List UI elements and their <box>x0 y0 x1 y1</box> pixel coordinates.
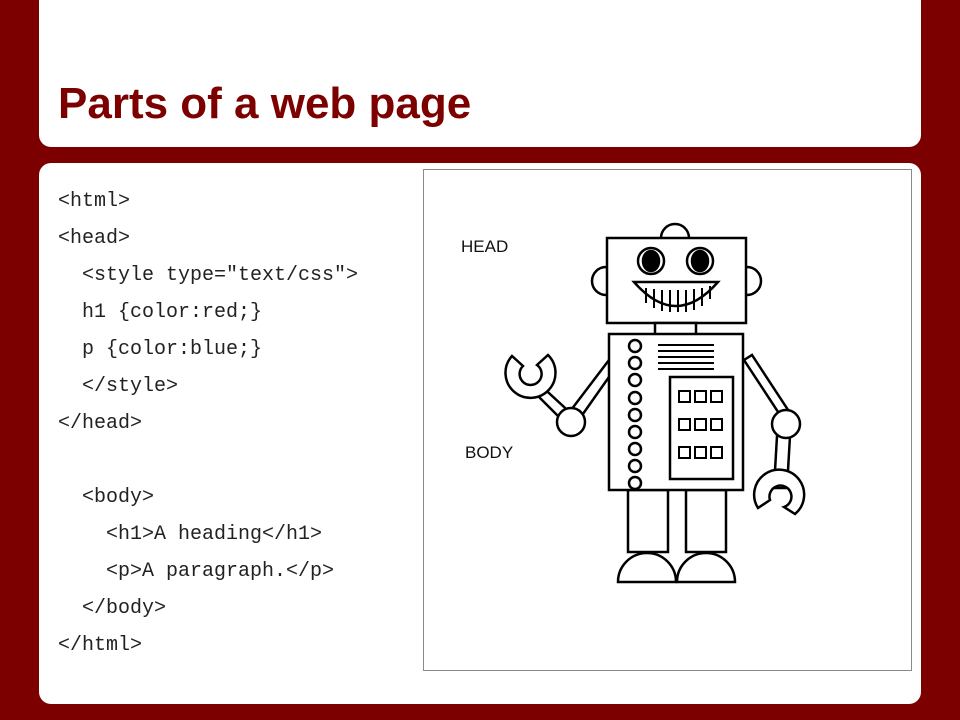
code-line: <body> <box>58 486 155 509</box>
content-panel: <html> <head> <style type="text/css"> h1… <box>39 163 921 704</box>
code-line: <style type="text/css"> <box>58 264 359 287</box>
code-line: </html> <box>58 634 143 657</box>
robot-head <box>605 236 748 325</box>
code-line: <h1>A heading</h1> <box>58 523 323 546</box>
robot-illustration <box>504 222 806 584</box>
code-block: <html> <head> <style type="text/css"> h1… <box>58 183 358 664</box>
robot-antenna <box>659 222 691 239</box>
title-panel: Parts of a web page <box>39 0 921 147</box>
code-line: <html> <box>58 190 131 213</box>
robot-buttons <box>627 338 643 491</box>
robot-pupil-right <box>690 249 710 273</box>
robot-foot-left <box>616 551 678 584</box>
robot-foot-right <box>675 551 737 584</box>
robot-figure: HEAD BODY <box>423 169 912 671</box>
robot-claw-right <box>752 468 806 516</box>
robot-pupil-left <box>641 249 661 273</box>
robot-leg-left <box>626 488 670 554</box>
code-line: </style> <box>58 375 179 398</box>
robot-leg-right <box>684 488 728 554</box>
code-line: </body> <box>58 597 167 620</box>
robot-elbow-left <box>555 406 587 438</box>
code-line: </head> <box>58 412 143 435</box>
slide-title: Parts of a web page <box>58 79 472 128</box>
robot-elbow-right <box>770 408 802 440</box>
code-line: p {color:blue;} <box>58 338 263 361</box>
robot-panel-squares <box>678 390 723 459</box>
code-line: <head> <box>58 227 131 250</box>
code-line: <p>A paragraph.</p> <box>58 560 335 583</box>
robot-claw-left <box>504 353 557 400</box>
code-line: h1 {color:red;} <box>58 301 263 324</box>
